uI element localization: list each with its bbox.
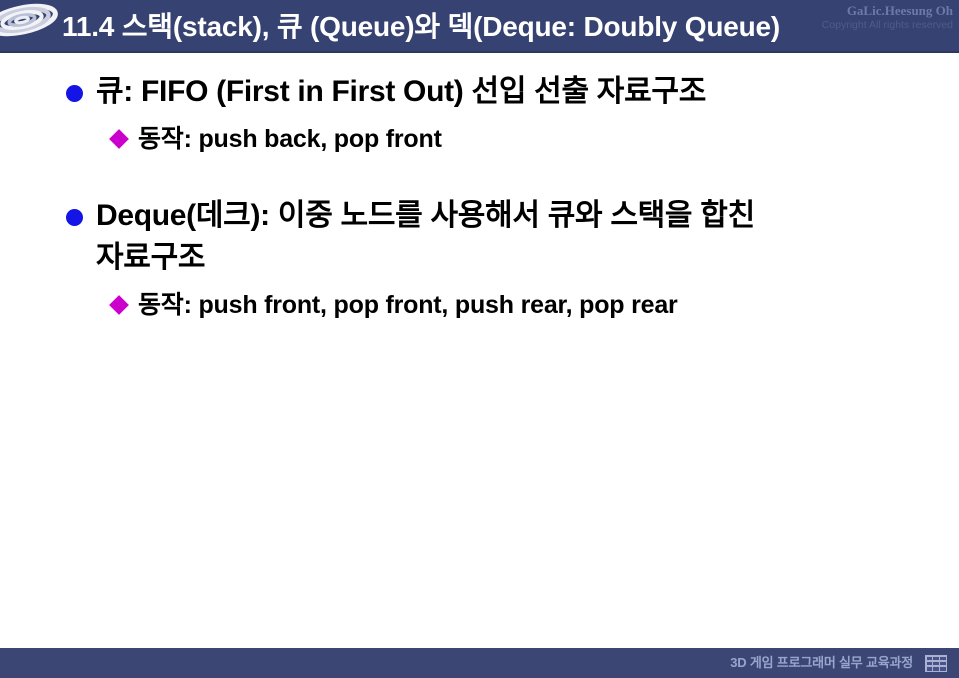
bullet-level1-queue: 큐: FIFO (First in First Out) 선입 선출 자료구조 bbox=[0, 71, 959, 113]
grid-3x3-icon bbox=[925, 655, 947, 672]
bullet-level1-deque-text-wrap: 자료구조 bbox=[96, 241, 206, 274]
bullet-level1-queue-text: 큐: FIFO (First in First Out) 선입 선출 자료구조 bbox=[96, 75, 707, 108]
slide-header: GaLic.Heesung Oh Copyright All rights re… bbox=[0, 0, 959, 53]
slide-footer: 3D 게임 프로그래머 실무 교육과정 bbox=[0, 648, 959, 678]
bullet-dot-icon bbox=[66, 209, 83, 226]
content-block-deque: Deque(데크): 이중 노드를 사용해서 큐와 스택을 합친 자료구조 동작… bbox=[0, 195, 959, 323]
footer-course-label: 3D 게임 프로그래머 실무 교육과정 bbox=[730, 655, 913, 670]
bullet-level1-deque-text: Deque(데크): 이중 노드를 사용해서 큐와 스택을 합친 bbox=[96, 199, 755, 232]
slide-content: 큐: FIFO (First in First Out) 선입 선출 자료구조 … bbox=[0, 53, 959, 648]
ripple-spiral-logo-icon bbox=[0, 0, 68, 53]
bullet-level2-deque-ops: 동작: push front, pop front, push rear, po… bbox=[0, 287, 959, 323]
content-block-queue: 큐: FIFO (First in First Out) 선입 선출 자료구조 … bbox=[0, 71, 959, 157]
bullet-level2-queue-ops-text: 동작: push back, pop front bbox=[138, 125, 442, 153]
bullet-diamond-icon bbox=[109, 295, 129, 315]
bullet-level1-deque: Deque(데크): 이중 노드를 사용해서 큐와 스택을 합친 자료구조 bbox=[0, 195, 959, 279]
slide-title: 11.4 스택(stack), 큐 (Queue)와 덱(Deque: Doub… bbox=[62, 11, 781, 42]
bullet-level2-queue-ops: 동작: push back, pop front bbox=[0, 121, 959, 157]
bullet-dot-icon bbox=[66, 85, 83, 102]
slide: GaLic.Heesung Oh Copyright All rights re… bbox=[0, 0, 959, 678]
bullet-level2-deque-ops-text: 동작: push front, pop front, push rear, po… bbox=[138, 291, 678, 319]
bullet-diamond-icon bbox=[109, 129, 129, 149]
